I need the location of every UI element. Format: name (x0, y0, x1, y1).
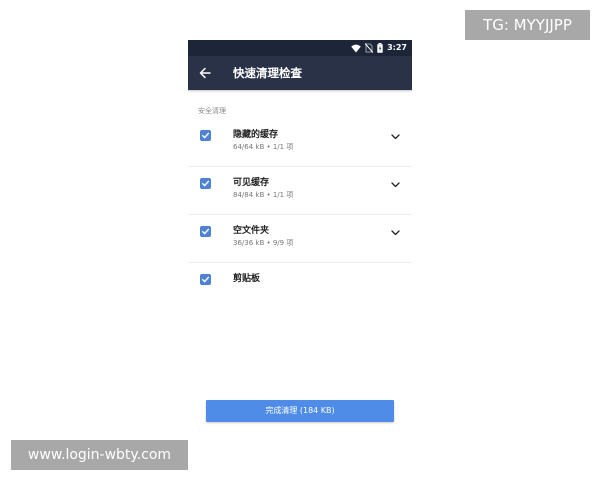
list-item-hidden-cache[interactable]: 隐藏的缓存 64/64 kB • 1/1 项 (188, 119, 412, 167)
item-subtitle: 84/84 kB • 1/1 项 (233, 191, 294, 199)
status-bar: 3:27 (188, 40, 412, 56)
battery-icon (377, 43, 383, 53)
check-icon (201, 228, 210, 235)
status-icons: 3:27 (351, 42, 407, 54)
list-item-visible-cache[interactable]: 可见缓存 84/84 kB • 1/1 项 (188, 167, 412, 215)
checkbox[interactable] (200, 130, 211, 141)
page-title: 快速清理检查 (233, 66, 302, 80)
check-icon (201, 180, 210, 187)
checkbox[interactable] (200, 178, 211, 189)
finish-cleanup-button[interactable]: 完成清理 (184 KB) (206, 400, 394, 422)
arrow-back-icon (199, 64, 211, 83)
checkbox[interactable] (200, 226, 211, 237)
section-header: 安全清理 (198, 107, 226, 115)
status-time: 3:27 (387, 43, 407, 52)
watermark-tg: TG: MYYJJPP (465, 10, 590, 40)
checkbox[interactable] (200, 274, 211, 285)
list-item-empty-folders[interactable]: 空文件夹 36/36 kB • 9/9 项 (188, 215, 412, 263)
check-icon (201, 276, 210, 283)
list-item-clipboard[interactable]: 剪贴板 (188, 263, 412, 311)
app-bar: 快速清理检查 (188, 56, 412, 90)
wifi-icon (351, 44, 361, 53)
check-icon (201, 132, 210, 139)
cleanup-list: 隐藏的缓存 64/64 kB • 1/1 项 可见缓存 84/84 kB • 1… (188, 119, 412, 311)
item-title: 可见缓存 (233, 178, 270, 188)
chevron-down-icon[interactable] (390, 228, 400, 238)
item-title: 空文件夹 (233, 226, 270, 236)
watermark-site: www.login-wbty.com (11, 440, 188, 470)
back-button[interactable] (196, 64, 214, 82)
item-subtitle: 36/36 kB • 9/9 项 (233, 239, 294, 247)
item-subtitle: 64/64 kB • 1/1 项 (233, 143, 294, 151)
no-sim-icon (365, 43, 374, 53)
item-title: 隐藏的缓存 (233, 130, 279, 140)
phone-screen: 3:27 快速清理检查 安全清理 隐藏的缓存 64/64 kB • 1/1 项 (188, 40, 412, 440)
item-title: 剪贴板 (233, 274, 261, 284)
chevron-down-icon[interactable] (390, 180, 400, 190)
chevron-down-icon[interactable] (390, 132, 400, 142)
